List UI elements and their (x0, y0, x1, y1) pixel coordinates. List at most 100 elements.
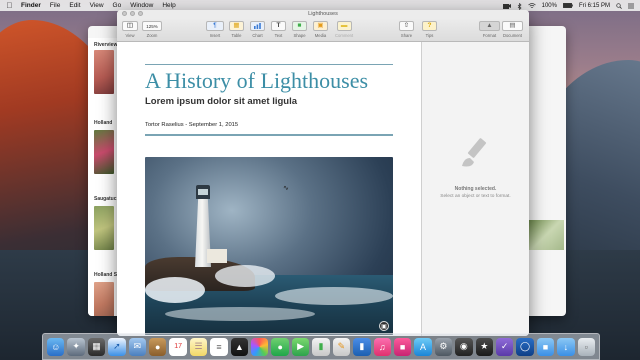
camera-icon[interactable] (502, 3, 511, 9)
bird-icon: ∿ (283, 185, 289, 192)
table-button[interactable]: ▦ Table (229, 21, 244, 38)
nothing-selected-title: Nothing selected. (454, 186, 497, 192)
zoom-label: Zoom (146, 33, 158, 38)
document-label: Document (502, 33, 523, 38)
document-title[interactable]: Lighthouses (308, 11, 338, 17)
text-label: Text (274, 33, 283, 38)
downloads-icon[interactable]: ↓ (557, 337, 575, 356)
image-mask-icon[interactable]: ▣ (379, 321, 389, 331)
photo-thumbnail[interactable] (94, 206, 114, 250)
finder-icon[interactable]: ☺ (47, 337, 65, 356)
pages-icon[interactable]: ✎ (332, 337, 351, 356)
app-store-icon[interactable]: A (414, 337, 432, 356)
menu-help[interactable]: Help (162, 2, 175, 9)
zoom-button[interactable] (138, 11, 143, 16)
photo-booth-icon[interactable]: ◉ (455, 337, 473, 356)
zoom-value[interactable]: 125% (142, 21, 162, 31)
itunes-icon[interactable]: ♫ (373, 337, 391, 356)
menu-edit[interactable]: Edit (69, 2, 80, 9)
calendar-icon[interactable]: 17 (169, 337, 187, 356)
photo-thumbnail[interactable] (94, 130, 114, 174)
window-titlebar[interactable]: Lighthouses (117, 10, 529, 18)
facetime-icon[interactable]: ▶ (291, 337, 310, 356)
photo-thumbnail[interactable] (528, 220, 564, 250)
album-title: Holland S (94, 272, 118, 278)
view-control[interactable]: ◫ View (122, 21, 138, 38)
document-byline[interactable]: Tortor Raselius - September 1, 2015 (145, 122, 238, 128)
wifi-icon[interactable] (527, 2, 536, 9)
document-subtitle[interactable]: Lorem ipsum dolor sit amet ligula (145, 96, 297, 107)
keynote-icon[interactable]: ▮ (353, 337, 371, 356)
minimize-button[interactable] (130, 11, 135, 16)
safari-icon[interactable]: ➚ (108, 337, 126, 356)
chart-button[interactable]: Chart (250, 21, 265, 38)
document-icon: ▤ (509, 21, 516, 29)
contacts-icon[interactable]: ● (149, 337, 167, 356)
chart-icon (254, 23, 261, 29)
insert-button[interactable]: ¶ Insert (206, 21, 224, 38)
comment-label: Comment (335, 33, 354, 38)
trash-icon[interactable]: ▫ (577, 337, 595, 356)
photo-thumbnail[interactable] (94, 50, 114, 94)
bluetooth-icon[interactable] (517, 2, 522, 10)
messages-icon[interactable]: ● (271, 337, 289, 356)
paintbrush-icon (462, 138, 487, 167)
format-inspector: Nothing selected. Select an object or te… (421, 42, 529, 336)
chart-label: Chart (252, 33, 263, 38)
table-icon: ▦ (233, 21, 240, 29)
insert-label: Insert (209, 33, 221, 38)
mission-control-icon[interactable]: ▦ (87, 337, 106, 356)
launchpad-icon[interactable]: ✦ (67, 337, 85, 356)
tips-button[interactable]: ? Tips (422, 21, 437, 38)
share-button[interactable]: ⇧ Share (399, 21, 414, 38)
search-icon[interactable] (616, 2, 622, 9)
menu-window[interactable]: Window (130, 2, 153, 9)
title-rule-top (145, 64, 393, 65)
menu-finder[interactable]: Finder (21, 2, 41, 9)
menubar-clock[interactable]: Fri 6:15 PM (579, 3, 610, 9)
mail-icon[interactable]: ✉ (128, 337, 147, 356)
maps-icon[interactable]: ▲ (230, 337, 249, 356)
lighthouse-image[interactable]: ∿ ▣ (145, 157, 393, 335)
folder-icon[interactable]: ■ (536, 337, 555, 356)
photo-thumbnail[interactable] (94, 282, 114, 316)
shape-button[interactable]: ■ Shape (292, 21, 307, 38)
format-button[interactable]: ▲ Format (479, 21, 500, 38)
battery-percent: 100% (541, 2, 557, 9)
document-heading[interactable]: A History of Lighthouses (145, 68, 368, 94)
menu-go[interactable]: Go (113, 2, 122, 9)
notification-center-icon[interactable] (628, 3, 634, 9)
zoom-control[interactable]: 125% Zoom (142, 21, 162, 38)
menu-file[interactable]: File (50, 2, 60, 9)
document-button[interactable]: ▤ Document (502, 21, 523, 38)
sidebar-icon: ◫ (126, 21, 134, 29)
omnifocus-icon[interactable]: ✓ (495, 337, 514, 356)
share-label: Share (400, 33, 413, 38)
imovie-icon[interactable]: ★ (475, 337, 493, 356)
close-button[interactable] (122, 11, 127, 16)
paragraph-icon: ¶ (213, 21, 217, 29)
tips-label: Tips (425, 33, 434, 38)
dock: ☺ ✦ ▦ ➚ ✉ ● 17 ☰ ≡ ▲ ● ▶ ▮ ✎ ▮ ♫ ■ A ⚙ ◉… (42, 333, 600, 360)
battery-icon[interactable] (563, 2, 573, 9)
1password-icon[interactable]: ◯ (516, 337, 534, 356)
shape-icon: ■ (297, 21, 302, 29)
title-rule-bottom (145, 134, 393, 136)
ibooks-icon[interactable]: ■ (393, 337, 412, 356)
reminders-icon[interactable]: ≡ (210, 337, 228, 356)
document-canvas[interactable]: A History of Lighthouses Lorem ipsum dol… (117, 42, 421, 336)
album-title: Holland (94, 120, 113, 126)
pages-document-window[interactable]: Lighthouses ◫ View 125% Zoom ¶ Insert ▦ … (117, 10, 529, 336)
album-title: Riverview (94, 42, 118, 48)
apple-menu-icon[interactable]:  (6, 1, 13, 10)
photos-icon[interactable] (251, 337, 269, 356)
notes-icon[interactable]: ☰ (189, 337, 208, 356)
media-button[interactable]: ▣ Media (313, 21, 328, 38)
system-preferences-icon[interactable]: ⚙ (434, 337, 453, 356)
comment-button[interactable]: ▬ Comment (335, 21, 353, 38)
menu-view[interactable]: View (90, 2, 104, 9)
tips-icon: ? (427, 21, 432, 29)
numbers-icon[interactable]: ▮ (312, 337, 330, 356)
text-button[interactable]: T Text (271, 21, 286, 38)
window-controls (122, 11, 143, 16)
